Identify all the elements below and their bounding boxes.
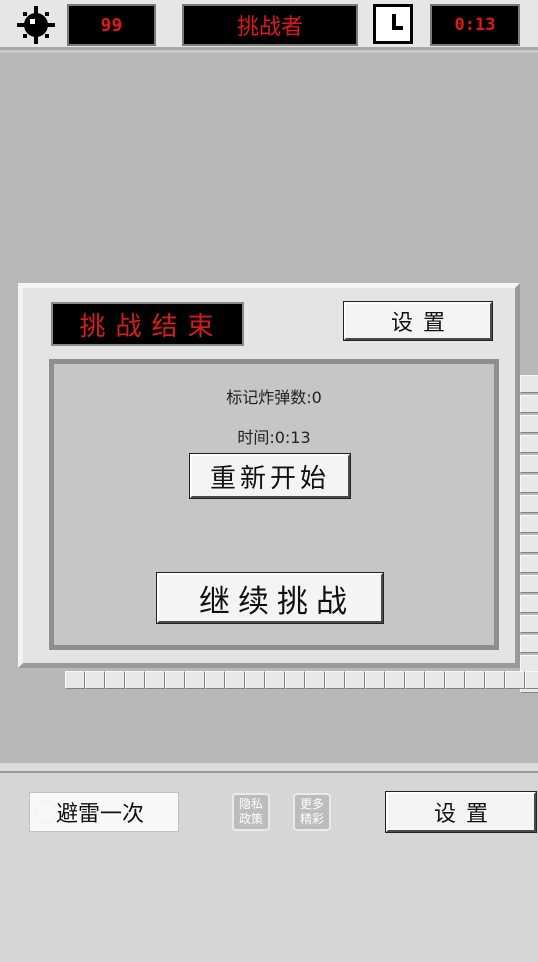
continue-challenge-button[interactable]: 继续挑战 [156, 572, 384, 624]
game-over-dialog: 挑战结束 设置 标记炸弹数:0 时间:0:13 重新开始 继续挑战 [18, 283, 520, 668]
minefield-cell[interactable] [285, 671, 305, 689]
minefield-cell[interactable] [520, 555, 538, 573]
minefield-cell[interactable] [385, 671, 405, 689]
timer-display: 0:13 [430, 4, 520, 46]
minefield-cell[interactable] [65, 671, 85, 689]
minefield-cell[interactable] [425, 671, 445, 689]
minefield-cell[interactable] [520, 395, 538, 413]
privacy-policy-button[interactable]: 隐私政策 [232, 793, 270, 831]
minefield-cell[interactable] [520, 495, 538, 513]
minefield-cell[interactable] [520, 535, 538, 553]
minefield-cell[interactable] [485, 671, 505, 689]
minefield-cell[interactable] [520, 375, 538, 393]
elapsed-time: 时间:0:13 [237, 428, 311, 447]
top-bar: 99 挑战者 0:13 [0, 0, 538, 50]
divider [0, 763, 538, 771]
more-apps-button[interactable]: 更多精彩 [293, 793, 331, 831]
dodge-mine-label: 避雷一次 [56, 802, 145, 827]
minefield-cell[interactable] [520, 515, 538, 533]
bottom-bar: 避雷一次 隐私政策 更多精彩 设置 [0, 773, 538, 962]
minefield-cell[interactable] [520, 455, 538, 473]
continue-challenge-label: 继续挑战 [199, 583, 355, 620]
mine-icon [17, 6, 55, 44]
minefield-cell[interactable] [125, 671, 145, 689]
mine-counter: 99 [67, 4, 156, 46]
dodge-mine-button[interactable]: 避雷一次 [29, 792, 179, 832]
minefield-cell[interactable] [305, 671, 325, 689]
minefield-cell[interactable] [520, 575, 538, 593]
dialog-settings-button[interactable]: 设置 [343, 301, 493, 341]
minefield-cell[interactable] [465, 671, 485, 689]
minefield-cell[interactable] [405, 671, 425, 689]
minefield-cell[interactable] [520, 475, 538, 493]
dialog-title: 挑战结束 [51, 302, 244, 346]
mode-title: 挑战者 [182, 4, 358, 46]
minefield-cell[interactable] [505, 671, 525, 689]
play-circle-icon [34, 800, 58, 824]
minefield-cell[interactable] [520, 635, 538, 653]
play-circle-icon [163, 597, 187, 621]
restart-button[interactable]: 重新开始 [189, 453, 351, 499]
minefield-cell[interactable] [245, 671, 265, 689]
minefield-cell[interactable] [520, 595, 538, 613]
clock-icon [373, 4, 413, 44]
minefield-cell[interactable] [445, 671, 465, 689]
result-panel: 标记炸弹数:0 时间:0:13 重新开始 继续挑战 [49, 359, 499, 650]
minefield-cell[interactable] [145, 671, 165, 689]
minefield-cell[interactable] [165, 671, 185, 689]
minefield-cell[interactable] [525, 671, 538, 689]
minefield-cell[interactable] [520, 615, 538, 633]
minefield-cell[interactable] [345, 671, 365, 689]
minefield-cell[interactable] [325, 671, 345, 689]
minefield-cell[interactable] [185, 671, 205, 689]
minefield-cell[interactable] [365, 671, 385, 689]
minefield-cell[interactable] [205, 671, 225, 689]
minefield-cell[interactable] [520, 415, 538, 433]
minefield-cell[interactable] [225, 671, 245, 689]
minefield-cell[interactable] [265, 671, 285, 689]
settings-button[interactable]: 设置 [385, 791, 537, 833]
minefield-cell[interactable] [520, 435, 538, 453]
minefield-cell[interactable] [85, 671, 105, 689]
minefield-cell[interactable] [105, 671, 125, 689]
flagged-mines-count: 标记炸弹数:0 [226, 388, 322, 407]
